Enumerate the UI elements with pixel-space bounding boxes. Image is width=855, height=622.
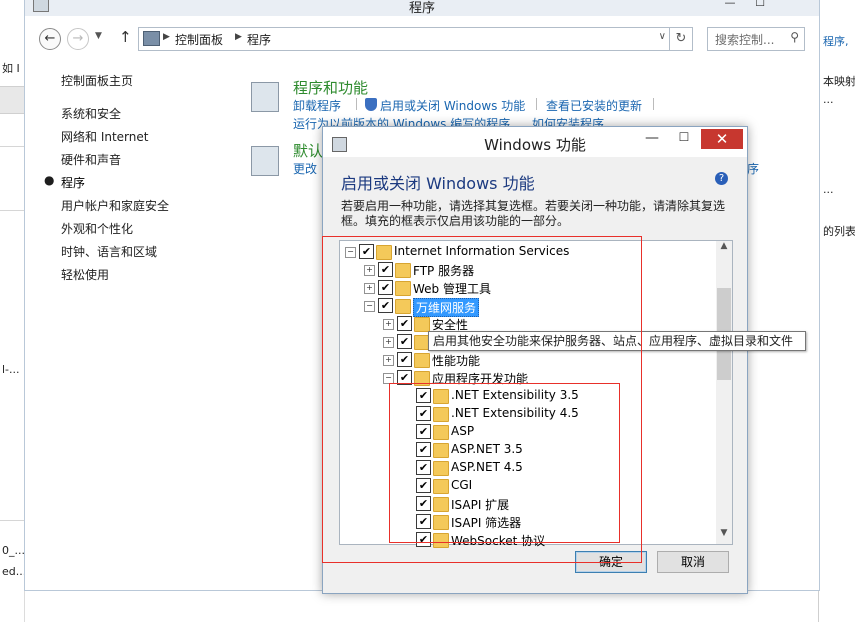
search-icon[interactable]: ⚲ — [790, 30, 799, 44]
window-title: 程序 — [408, 1, 435, 16]
default-programs-link[interactable]: 更改 — [293, 160, 317, 177]
control-panel-icon — [143, 31, 160, 46]
background-text: 本映射 — [823, 75, 855, 88]
dialog-heading: 启用或关闭 Windows 功能 — [341, 174, 535, 193]
background-text: ed... — [2, 565, 27, 578]
sidebar-item-appearance[interactable]: 外观和个性化 — [61, 220, 133, 237]
refresh-icon[interactable]: ↻ — [669, 28, 692, 50]
scroll-up-icon[interactable]: ▲ — [716, 241, 732, 257]
programs-features-icon — [251, 82, 279, 112]
view-updates-link[interactable]: 查看已安装的更新 — [546, 97, 642, 114]
cancel-button[interactable]: 取消 — [657, 551, 729, 573]
sidebar-item-hardware[interactable]: 硬件和声音 — [61, 151, 121, 168]
history-dropdown-icon[interactable]: ▼ — [95, 31, 102, 41]
background-window-left: 如 I l-... 0_... ed... — [0, 0, 27, 622]
background-toolbar-band — [0, 86, 24, 114]
chevron-right-icon[interactable]: ▶ — [235, 32, 242, 42]
default-programs-title[interactable]: 默认 — [293, 140, 323, 161]
background-text: 的列表 — [823, 225, 855, 238]
divider — [0, 520, 24, 521]
divider — [536, 98, 537, 110]
background-text: l-... — [2, 363, 20, 376]
dialog-description: 若要启用一种功能，请选择其复选框。若要关闭一种功能，请清除其复选框。填充的框表示… — [341, 199, 726, 228]
breadcrumb-programs[interactable]: 程序 — [247, 31, 271, 48]
divider — [0, 146, 24, 147]
divider — [0, 210, 24, 211]
annotation-box — [389, 383, 620, 543]
divider — [356, 98, 357, 110]
close-icon[interactable]: ✕ — [701, 129, 743, 149]
tree-scrollbar[interactable]: ▲ ▼ — [716, 241, 732, 544]
dialog-title-bar: Windows 功能 — ☐ ✕ — [323, 127, 747, 157]
search-placeholder: 搜索控制... — [715, 33, 775, 47]
chevron-right-icon[interactable]: ▶ — [163, 32, 170, 42]
back-arrow-icon[interactable]: ← — [39, 28, 61, 50]
search-input[interactable]: 搜索控制... ⚲ — [707, 27, 805, 51]
windows-features-link[interactable]: 启用或关闭 Windows 功能 — [380, 97, 525, 114]
address-bar[interactable]: ▶ 控制面板 ▶ 程序 ∨ ↻ — [138, 27, 693, 51]
sidebar-item-system-security[interactable]: 系统和安全 — [61, 105, 121, 122]
forward-arrow-icon[interactable]: → — [67, 28, 89, 50]
maximize-button[interactable]: ☐ — [747, 0, 773, 10]
background-text: ... — [823, 93, 834, 106]
scroll-down-icon[interactable]: ▼ — [716, 528, 732, 544]
background-text: ... — [823, 183, 834, 196]
sidebar-item-clock-region[interactable]: 时钟、语言和区域 — [61, 243, 157, 260]
background-text: 如 I — [2, 62, 20, 75]
sidebar-item-user-accounts[interactable]: 用户帐户和家庭安全 — [61, 197, 169, 214]
sidebar-item-ease-of-access[interactable]: 轻松使用 — [61, 266, 109, 283]
background-link[interactable]: 程序, — [823, 33, 849, 49]
default-programs-link-fragment[interactable]: 序 — [747, 160, 759, 177]
uninstall-program-link[interactable]: 卸载程序 — [293, 97, 341, 114]
chevron-down-icon[interactable]: ∨ — [659, 31, 666, 42]
dialog-minimize-button[interactable]: — — [639, 130, 665, 150]
sidebar-item-programs[interactable]: 程序 — [61, 174, 85, 191]
shield-icon — [365, 98, 377, 111]
default-programs-icon — [251, 146, 279, 176]
current-item-bullet-icon: ● — [44, 173, 55, 187]
programs-features-title[interactable]: 程序和功能 — [293, 77, 368, 98]
dialog-maximize-button[interactable]: ☐ — [671, 130, 697, 150]
minimize-button[interactable]: — — [717, 0, 743, 10]
background-text: 0_... — [2, 544, 25, 557]
divider — [653, 98, 654, 110]
background-window-right: 程序, 本映射 ... ... 的列表 — [818, 0, 855, 622]
breadcrumb-control-panel[interactable]: 控制面板 — [175, 31, 223, 48]
up-arrow-icon[interactable]: ↑ — [119, 28, 132, 46]
help-icon[interactable]: ? — [715, 172, 728, 185]
sidebar-item-network[interactable]: 网络和 Internet — [61, 128, 148, 145]
sidebar-home-link[interactable]: 控制面板主页 — [61, 72, 133, 89]
title-bar: 程序 — ☐ — [25, 0, 819, 16]
